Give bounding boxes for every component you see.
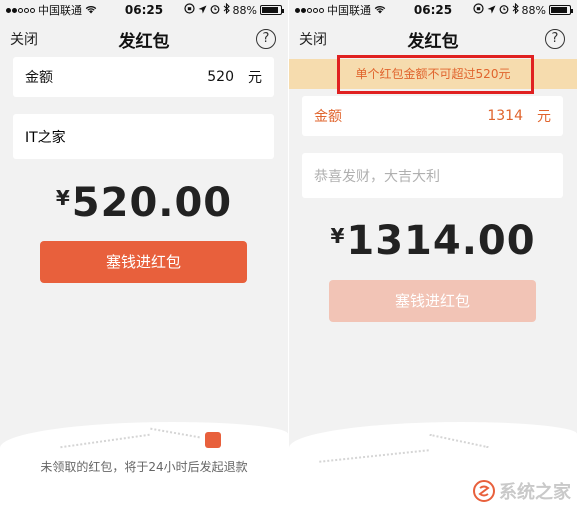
page-title: 发红包 xyxy=(118,31,170,52)
total-amount: ¥520.00 xyxy=(0,180,288,226)
alarm-icon xyxy=(210,4,220,17)
send-red-packet-button[interactable]: 塞钱进红包 xyxy=(329,280,536,322)
close-button[interactable]: 关闭 xyxy=(10,29,38,49)
amount-field[interactable]: 金额 520 元 xyxy=(13,57,274,97)
amount-unit: 元 xyxy=(248,70,262,86)
warning-highlight-box xyxy=(337,55,534,94)
help-icon[interactable]: ? xyxy=(256,29,276,49)
battery-icon xyxy=(260,5,284,15)
status-bar: 中国联通 06:25 88% xyxy=(289,0,577,20)
amount-unit: 元 xyxy=(537,109,551,125)
amount-field[interactable]: 金额 1314 元 xyxy=(302,96,563,136)
message-field[interactable]: 恭喜发财，大吉大利 xyxy=(302,153,563,198)
currency-symbol: ¥ xyxy=(55,186,70,210)
battery-percent: 88% xyxy=(521,3,546,17)
alarm-icon xyxy=(499,4,509,17)
total-amount-value: 520.00 xyxy=(71,180,233,226)
xitongzhijia-logo-icon xyxy=(473,480,495,502)
refund-note: 未领取的红包，将于24小时后发起退款 xyxy=(40,460,248,474)
carrier-name: 中国联通 xyxy=(38,4,82,17)
nav-bar: 关闭 发红包 ? xyxy=(0,20,288,58)
signal-strength-icon xyxy=(295,7,324,13)
battery-percent: 88% xyxy=(232,3,257,17)
amount-label: 金额 xyxy=(25,70,53,86)
message-field[interactable]: IT之家 xyxy=(13,114,274,159)
message-input[interactable]: IT之家 xyxy=(25,127,66,147)
orientation-lock-icon xyxy=(472,3,484,17)
location-icon xyxy=(198,4,207,17)
bluetooth-icon xyxy=(223,2,230,17)
page-title: 发红包 xyxy=(407,31,459,52)
signal-strength-icon xyxy=(6,7,35,13)
phone-screen-left: 中国联通 06:25 88% 关闭 发红包 ? 金额 520 元 IT之家 ¥5… xyxy=(0,0,288,512)
red-packet-icon xyxy=(205,432,221,448)
total-amount-value: 1314.00 xyxy=(346,218,536,264)
total-amount: ¥1314.00 xyxy=(289,218,577,264)
status-bar: 中国联通 06:25 88% xyxy=(0,0,288,20)
status-left: 中国联通 xyxy=(6,2,97,18)
amount-label: 金额 xyxy=(314,109,342,125)
close-button[interactable]: 关闭 xyxy=(299,29,327,49)
location-icon xyxy=(487,4,496,17)
amount-input[interactable]: 520 xyxy=(207,69,234,85)
carrier-name: 中国联通 xyxy=(327,4,371,17)
site-watermark: 系统之家 xyxy=(473,478,571,504)
nav-bar: 关闭 发红包 ? xyxy=(289,20,577,58)
phone-screen-right: 中国联通 06:25 88% 关闭 发红包 ? 单个红包金额不可超过520元 金… xyxy=(289,0,577,512)
status-left: 中国联通 xyxy=(295,2,386,18)
status-right: 88% xyxy=(472,2,573,17)
help-icon[interactable]: ? xyxy=(545,29,565,49)
battery-icon xyxy=(549,5,573,15)
amount-input[interactable]: 1314 xyxy=(487,108,523,124)
wifi-icon xyxy=(374,4,386,17)
bluetooth-icon xyxy=(512,2,519,17)
orientation-lock-icon xyxy=(183,3,195,17)
currency-symbol: ¥ xyxy=(330,224,345,248)
send-red-packet-button[interactable]: 塞钱进红包 xyxy=(40,241,247,283)
wifi-icon xyxy=(85,4,97,17)
message-input[interactable]: 恭喜发财，大吉大利 xyxy=(314,166,440,186)
watermark-text: 系统之家 xyxy=(499,482,571,503)
status-right: 88% xyxy=(183,2,284,17)
